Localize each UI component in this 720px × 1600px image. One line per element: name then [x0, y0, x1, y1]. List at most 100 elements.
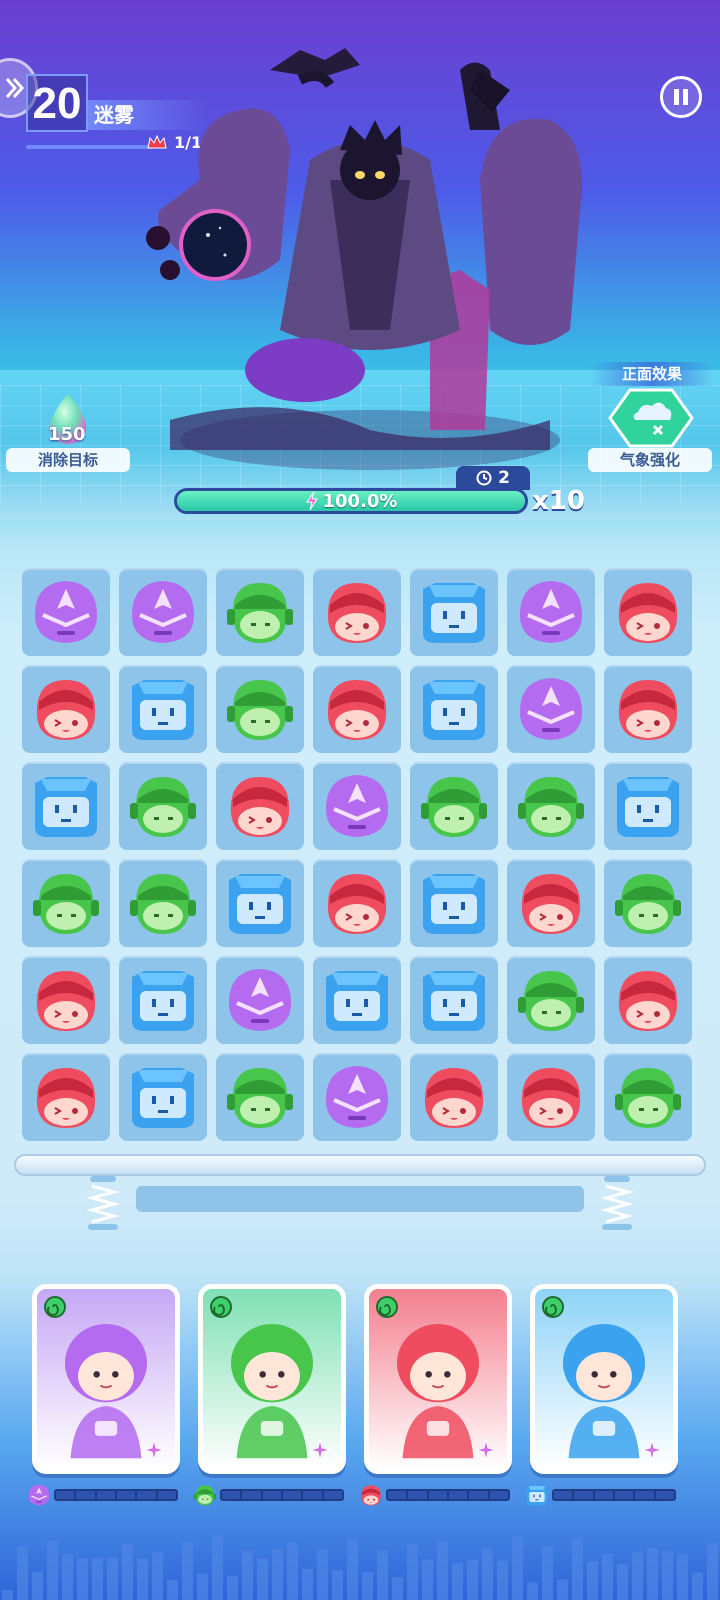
- board-cell[interactable]: [22, 568, 110, 656]
- equalizer-bar: [152, 1551, 163, 1600]
- board-cell[interactable]: [119, 762, 207, 850]
- pause-button[interactable]: [660, 76, 702, 118]
- board-cell[interactable]: [604, 568, 692, 656]
- board-cell[interactable]: [216, 1053, 304, 1141]
- equalizer-bar: [362, 1572, 373, 1600]
- energy-segment: [655, 1491, 674, 1499]
- equalizer-bar: [482, 1548, 493, 1600]
- equalizer-bar: [257, 1558, 268, 1600]
- blue-hero-gem-icon: [617, 777, 679, 837]
- energy-segment: [554, 1491, 573, 1499]
- equalizer-bar: [92, 1558, 103, 1600]
- board-cell[interactable]: [22, 665, 110, 753]
- purple-hero-energy-bar: [26, 1484, 178, 1506]
- match-board[interactable]: [22, 568, 698, 1144]
- equalizer-bar: [452, 1563, 463, 1600]
- red-hero-card[interactable]: [364, 1284, 512, 1474]
- board-cell[interactable]: [507, 956, 595, 1044]
- shelf-slot: [136, 1186, 584, 1212]
- board-cell[interactable]: [313, 665, 401, 753]
- board-cell[interactable]: [119, 665, 207, 753]
- red-hero-gem-icon: [618, 583, 678, 643]
- board-cell[interactable]: [604, 762, 692, 850]
- board-cell[interactable]: [216, 665, 304, 753]
- board-cell[interactable]: [313, 1053, 401, 1141]
- board-cell[interactable]: [119, 568, 207, 656]
- sparkle-star-icon: [641, 1439, 663, 1461]
- red-hero-gem-icon: [36, 680, 96, 740]
- equalizer-bar: [137, 1558, 148, 1600]
- purple-hero-gem-icon: [28, 1484, 50, 1506]
- board-cell[interactable]: [604, 956, 692, 1044]
- red-hero-gem-icon: [424, 1068, 484, 1128]
- equalizer-bar: [377, 1550, 388, 1600]
- board-cell[interactable]: [216, 762, 304, 850]
- board-cell[interactable]: [22, 956, 110, 1044]
- equalizer-bar: [212, 1535, 223, 1600]
- target-label: 消除目标: [6, 448, 130, 472]
- board-cell[interactable]: [119, 1053, 207, 1141]
- board-cell[interactable]: [313, 762, 401, 850]
- board-cell[interactable]: [507, 665, 595, 753]
- energy-segment: [157, 1491, 176, 1499]
- board-cell[interactable]: [22, 762, 110, 850]
- equalizer-bar: [47, 1540, 58, 1600]
- board-cell[interactable]: [604, 665, 692, 753]
- board-cell[interactable]: [604, 1053, 692, 1141]
- sparkle-star-icon: [309, 1439, 331, 1461]
- red-hero-gem-icon: [618, 680, 678, 740]
- equalizer-bar: [512, 1536, 523, 1600]
- equalizer-bar: [497, 1560, 508, 1600]
- energy-bar-fill: 100.0%: [177, 491, 525, 511]
- board-cell[interactable]: [410, 762, 498, 850]
- equalizer-bar: [317, 1549, 328, 1600]
- energy-track: [220, 1489, 344, 1501]
- weather-boost-icon[interactable]: [608, 388, 694, 448]
- board-cell[interactable]: [216, 956, 304, 1044]
- turn-count: 2: [498, 468, 510, 488]
- equalizer-bar: [32, 1571, 43, 1600]
- purple-hero-card[interactable]: [32, 1284, 180, 1474]
- board-cell[interactable]: [313, 568, 401, 656]
- equalizer-decoration: [2, 1535, 718, 1600]
- board-cell[interactable]: [410, 568, 498, 656]
- red-hero-gem-icon: [327, 680, 387, 740]
- board-cell[interactable]: [507, 1053, 595, 1141]
- spring-right: [600, 1176, 634, 1230]
- board-cell[interactable]: [216, 859, 304, 947]
- board-cell[interactable]: [410, 956, 498, 1044]
- energy-segment: [469, 1491, 488, 1499]
- damage-multiplier: x10: [532, 486, 585, 516]
- board-cell[interactable]: [410, 859, 498, 947]
- equalizer-bar: [602, 1554, 613, 1600]
- equalizer-bar: [182, 1542, 193, 1600]
- energy-segment: [614, 1491, 634, 1499]
- board-cell[interactable]: [22, 859, 110, 947]
- energy-segment: [489, 1491, 508, 1499]
- equalizer-bar: [647, 1548, 658, 1600]
- purple-hero-gem-icon: [229, 969, 291, 1031]
- equalizer-bar: [542, 1546, 553, 1600]
- equalizer-bar: [302, 1568, 313, 1600]
- board-cell[interactable]: [604, 859, 692, 947]
- equalizer-bar: [707, 1542, 718, 1600]
- board-cell[interactable]: [22, 1053, 110, 1141]
- green-hero-gem-icon: [227, 680, 293, 740]
- board-cell[interactable]: [313, 956, 401, 1044]
- board-cell[interactable]: [313, 859, 401, 947]
- energy-segment: [428, 1491, 447, 1499]
- board-cell[interactable]: [216, 568, 304, 656]
- effect-label: 气象强化: [588, 448, 712, 472]
- board-cell[interactable]: [410, 665, 498, 753]
- board-cell[interactable]: [507, 762, 595, 850]
- equalizer-bar: [557, 1579, 568, 1600]
- blue-hero-card[interactable]: [530, 1284, 678, 1474]
- energy-track: [552, 1489, 676, 1501]
- board-cell[interactable]: [119, 859, 207, 947]
- board-cell[interactable]: [507, 859, 595, 947]
- green-hero-card[interactable]: [198, 1284, 346, 1474]
- board-cell[interactable]: [119, 956, 207, 1044]
- board-cell[interactable]: [507, 568, 595, 656]
- board-cell[interactable]: [410, 1053, 498, 1141]
- green-hero-gem-icon: [615, 874, 681, 934]
